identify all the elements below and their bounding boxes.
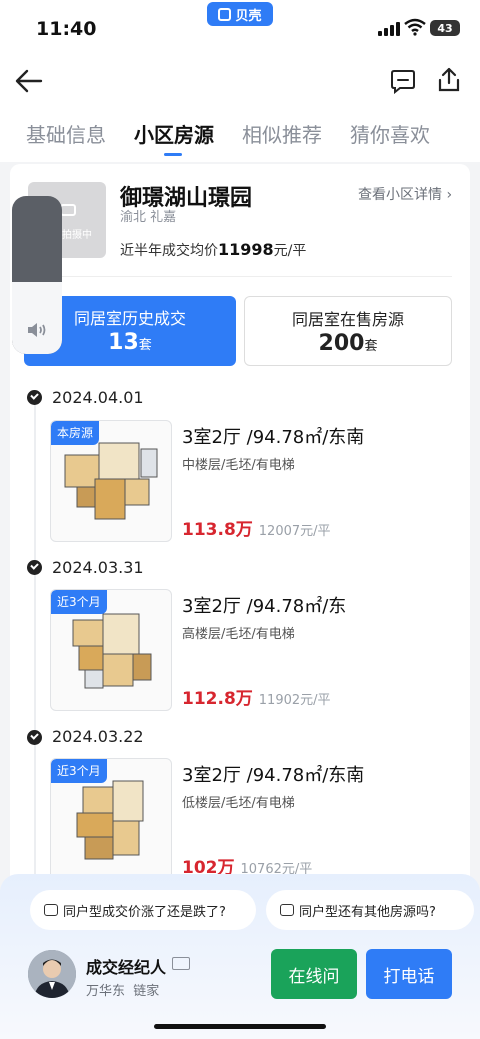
app-indicator[interactable]: 贝壳 bbox=[207, 2, 273, 26]
question-chip-other-listings[interactable]: 同户型还有其他房源吗? bbox=[266, 890, 474, 930]
floorplan-image[interactable]: 近3个月 bbox=[50, 758, 172, 880]
history-count-unit: 套 bbox=[138, 338, 152, 353]
listing-badge: 近3个月 bbox=[51, 759, 107, 783]
online-chat-button[interactable]: 在线问 bbox=[271, 949, 357, 999]
history-deals-count: 13 bbox=[108, 330, 139, 355]
average-price-label: 近半年成交均价 bbox=[120, 243, 218, 259]
on-sale-label: 同居室在售房源 bbox=[291, 310, 404, 329]
camera-icon bbox=[60, 204, 76, 216]
speaker-icon bbox=[28, 323, 46, 337]
agent-avatar[interactable] bbox=[28, 950, 76, 998]
agent-company: 链家 bbox=[133, 984, 160, 999]
tab-community-listings[interactable]: 小区房源 bbox=[134, 119, 214, 156]
status-time: 11:40 bbox=[36, 18, 97, 40]
floorplan-drawing bbox=[64, 442, 158, 520]
chat-icon bbox=[44, 904, 58, 916]
listing-price: 112.8万 11902元/平 bbox=[182, 684, 331, 709]
tab-similar[interactable]: 相似推荐 bbox=[242, 119, 322, 148]
question-text: 同户型成交价涨了还是跌了? bbox=[63, 904, 226, 920]
listing-title[interactable]: 3室2厅 /94.78㎡/东南 bbox=[182, 423, 364, 449]
floorplan-drawing bbox=[72, 613, 152, 689]
status-bar: 11:40 贝壳 43 bbox=[0, 0, 480, 58]
timeline-check-icon bbox=[27, 730, 42, 745]
listing-title[interactable]: 3室2厅 /94.78㎡/东 bbox=[182, 592, 346, 618]
listing-unit-price: 11902元/平 bbox=[258, 693, 331, 708]
nav-bar bbox=[0, 58, 480, 104]
listing-total-price: 112.8万 bbox=[182, 689, 253, 709]
divider bbox=[28, 276, 452, 277]
listing-date: 2024.03.22 bbox=[52, 727, 144, 746]
floorplan-image[interactable]: 近3个月 bbox=[50, 589, 172, 711]
timeline-check-icon bbox=[27, 390, 42, 405]
listing-date: 2024.04.01 bbox=[52, 388, 144, 407]
id-card-icon[interactable] bbox=[172, 957, 190, 970]
agent-name: 万华东 bbox=[86, 984, 126, 999]
share-icon[interactable] bbox=[436, 66, 462, 94]
volume-overlay[interactable] bbox=[12, 196, 62, 354]
listing-badge: 近3个月 bbox=[51, 590, 107, 614]
on-sale-count: 200 bbox=[318, 331, 365, 356]
call-button[interactable]: 打电话 bbox=[366, 949, 452, 999]
floorplan-image[interactable]: 本房源 bbox=[50, 420, 172, 542]
question-chip-price-trend[interactable]: 同户型成交价涨了还是跌了? bbox=[30, 890, 256, 930]
community-detail-link[interactable]: 查看小区详情 › bbox=[358, 184, 452, 204]
beike-logo-icon bbox=[218, 7, 232, 21]
tab-basic-info[interactable]: 基础信息 bbox=[26, 119, 106, 148]
agent-photo bbox=[28, 950, 76, 998]
listing-badge: 本房源 bbox=[51, 421, 100, 445]
floorplan-drawing bbox=[76, 780, 144, 860]
listing-date: 2024.03.31 bbox=[52, 558, 144, 577]
agent-role: 成交经纪人 bbox=[86, 958, 167, 977]
listing-attributes: 中楼层/毛坯/有电梯 bbox=[182, 458, 295, 473]
signal-icon bbox=[378, 22, 400, 36]
listing-total-price: 113.8万 bbox=[182, 520, 253, 540]
listing-unit-price: 12007元/平 bbox=[258, 524, 331, 539]
question-text: 同户型还有其他房源吗? bbox=[299, 904, 436, 920]
average-price-value: 11998 bbox=[218, 240, 274, 259]
listing-title[interactable]: 3室2厅 /94.78㎡/东南 bbox=[182, 761, 364, 787]
timeline-check-icon bbox=[27, 560, 42, 575]
on-sale-toggle[interactable]: 同居室在售房源 200套 bbox=[244, 296, 452, 366]
home-indicator bbox=[154, 1024, 326, 1029]
app-name: 贝壳 bbox=[235, 8, 262, 24]
listing-attributes: 低楼层/毛坯/有电梯 bbox=[182, 796, 295, 811]
agent-panel: 同户型成交价涨了还是跌了? 同户型还有其他房源吗? 成交经纪人 万华东 链家 在… bbox=[0, 874, 480, 1039]
chat-icon bbox=[280, 904, 294, 916]
on-sale-count-unit: 套 bbox=[364, 339, 378, 354]
wifi-icon bbox=[404, 18, 426, 36]
average-price-unit: 元/平 bbox=[273, 243, 307, 259]
message-icon[interactable] bbox=[390, 68, 416, 94]
agent-info: 万华东 链家 bbox=[86, 980, 159, 999]
average-price: 近半年成交均价11998元/平 bbox=[120, 240, 306, 260]
listing-price: 113.8万 12007元/平 bbox=[182, 515, 331, 540]
tab-guess-you-like[interactable]: 猜你喜欢 bbox=[350, 119, 430, 148]
back-arrow-icon[interactable] bbox=[14, 68, 44, 94]
volume-level bbox=[12, 282, 62, 354]
battery-icon: 43 bbox=[430, 20, 460, 36]
timeline-line bbox=[34, 404, 36, 874]
listing-attributes: 高楼层/毛坯/有电梯 bbox=[182, 627, 295, 642]
tab-bar: 基础信息 小区房源 相似推荐 猜你喜欢 bbox=[0, 104, 480, 162]
community-district: 渝北 礼嘉 bbox=[120, 210, 177, 225]
